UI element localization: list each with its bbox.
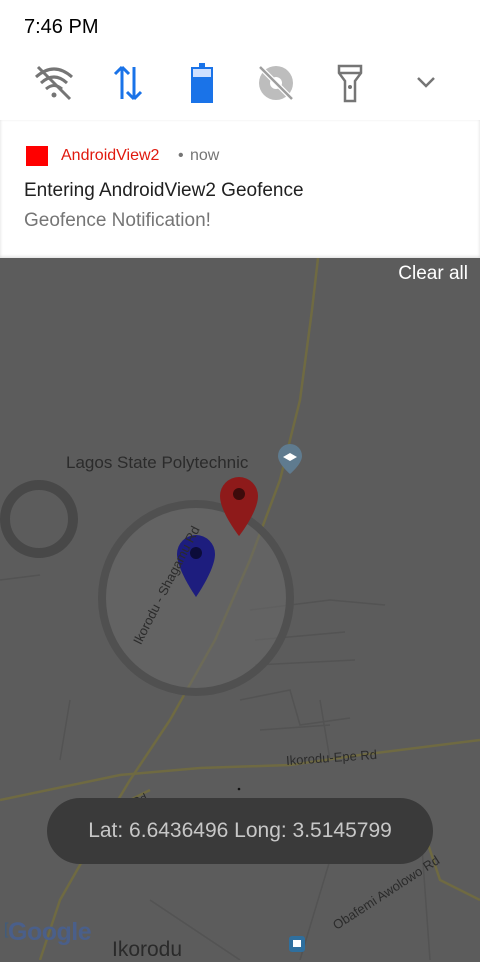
notification-text: Geofence Notification!: [24, 210, 211, 231]
chevron-down-icon[interactable]: [401, 58, 451, 108]
route-shield-icon: [289, 936, 305, 952]
mobile-data-icon[interactable]: [103, 58, 153, 108]
location-toast: Lat: 6.6436496 Long: 3.5145799: [47, 798, 433, 864]
town-label: Ikorodu: [112, 938, 183, 961]
battery-saver-icon[interactable]: [177, 58, 227, 108]
location-off-icon[interactable]: [251, 58, 301, 108]
poi-label: Lagos State Polytechnic: [66, 453, 249, 472]
wifi-off-icon[interactable]: [29, 58, 79, 108]
notification-time: now: [190, 147, 220, 164]
status-time: 7:46 PM: [24, 16, 99, 38]
google-logo-text: Google: [8, 918, 92, 946]
notification-title: Entering AndroidView2 Geofence: [24, 180, 304, 201]
quick-settings-shade: 7:46 PM: [0, 0, 480, 120]
flashlight-icon[interactable]: [325, 58, 375, 108]
app-icon: [26, 146, 48, 166]
clear-all-button[interactable]: Clear all: [398, 263, 468, 285]
notification-app-name: AndroidView2: [61, 147, 160, 164]
notification-separator: •: [178, 147, 184, 164]
google-logo: Google: [8, 918, 92, 947]
